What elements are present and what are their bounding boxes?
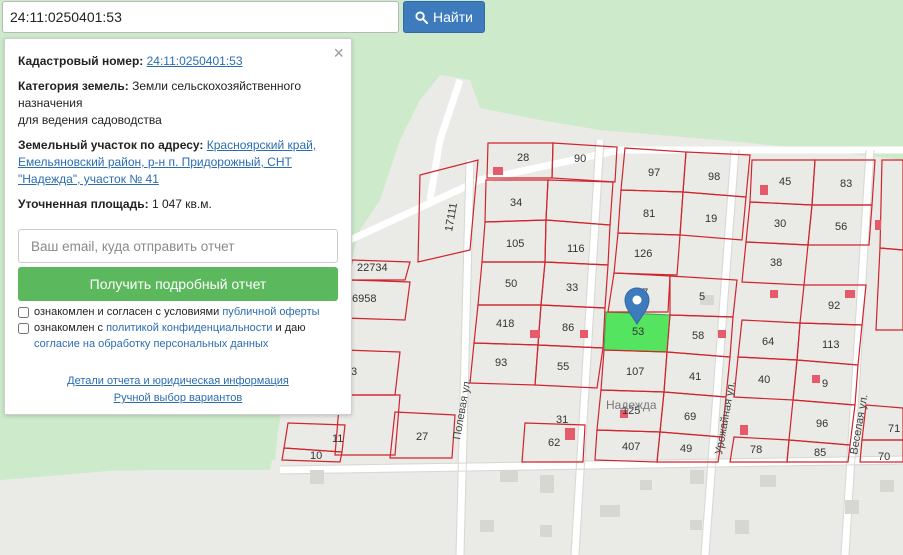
search-input[interactable] bbox=[2, 1, 399, 33]
plot-label-98: 98 bbox=[708, 171, 720, 183]
search-icon bbox=[415, 10, 429, 24]
plot-label-64: 64 bbox=[762, 336, 774, 348]
plot-label-34: 34 bbox=[510, 197, 522, 209]
privacy-consent-label: ознакомлен с bbox=[34, 322, 104, 334]
get-report-button[interactable]: Получить подробный отчет bbox=[18, 267, 338, 301]
plot-label-96: 96 bbox=[816, 418, 828, 430]
plot-label-50: 50 bbox=[505, 278, 517, 290]
area-row: Уточненная площадь: 1 047 кв.м. bbox=[18, 196, 341, 213]
plot-label-45: 45 bbox=[779, 176, 791, 188]
land-category-row: Категория земель: Земли сельскохозяйстве… bbox=[18, 78, 341, 129]
public-offer-link[interactable]: публичной оферты bbox=[222, 306, 319, 318]
plot-label-113: 113 bbox=[822, 339, 840, 351]
plot-label-407: 407 bbox=[622, 441, 640, 453]
plot-label-83: 83 bbox=[840, 178, 852, 190]
plot-label-33: 33 bbox=[566, 282, 578, 294]
plot-label-56: 56 bbox=[835, 221, 847, 233]
offer-consent-text: ознакомлен и согласен с условиями публич… bbox=[34, 304, 320, 320]
plot-label-69: 69 bbox=[684, 411, 696, 423]
address-link-3[interactable]: "Надежда", участок № 41 bbox=[18, 172, 159, 186]
cadastral-number-row: Кадастровый номер: 24:11:0250401:53 bbox=[18, 53, 341, 70]
email-input[interactable] bbox=[18, 229, 338, 263]
plot-label-418: 418 bbox=[496, 318, 514, 330]
plot-label-19: 19 bbox=[705, 213, 717, 225]
plot-label-105: 105 bbox=[506, 238, 524, 250]
plot-label-5: 5 bbox=[699, 291, 705, 303]
plot-label-97: 97 bbox=[648, 167, 660, 179]
plot-label-49: 49 bbox=[680, 443, 692, 455]
offer-consent-checkbox[interactable] bbox=[18, 307, 29, 318]
plot-label-126: 126 bbox=[634, 248, 652, 260]
privacy-consent-tail: и даю bbox=[275, 322, 306, 334]
land-category-value-2: назначения bbox=[18, 96, 83, 110]
plot-label-81: 81 bbox=[643, 208, 655, 220]
land-category-label: Категория земель: bbox=[18, 79, 129, 93]
plot-label-90: 90 bbox=[574, 153, 586, 165]
address-link-2[interactable]: Емельяновский район, р-н п. Придорожный,… bbox=[18, 155, 292, 169]
land-category-value-3: для ведения садоводства bbox=[18, 113, 162, 127]
cadastral-label: Кадастровый номер: bbox=[18, 54, 144, 68]
plot-label-116: 116 bbox=[567, 243, 585, 255]
snt-name-label: Надежда bbox=[606, 398, 657, 412]
plot-label-107: 107 bbox=[626, 366, 644, 378]
report-details-link[interactable]: Детали отчета и юридическая информация bbox=[5, 375, 351, 387]
privacy-consent-text: ознакомлен с политикой конфиденциальност… bbox=[34, 320, 306, 336]
address-label: Земельный участок по адресу: bbox=[18, 138, 204, 152]
personal-data-consent: согласие на обработку персональных данны… bbox=[34, 336, 268, 352]
plot-label-28: 28 bbox=[517, 152, 529, 164]
plot-label-38: 38 bbox=[770, 257, 782, 269]
plot-label-53: 53 bbox=[632, 326, 644, 338]
plot-label-22734: 22734 bbox=[357, 262, 388, 274]
manual-selection-link[interactable]: Ручной выбор вариантов bbox=[5, 392, 351, 404]
land-category-value-1: Земли сельскохозяйственного bbox=[132, 79, 302, 93]
plot-info-panel: × Кадастровый номер: 24:11:0250401:53 Ка… bbox=[4, 38, 352, 415]
plot-label-86: 86 bbox=[562, 322, 574, 334]
address-link-1[interactable]: Красноярский край, bbox=[207, 138, 316, 152]
plot-label-71: 71 bbox=[888, 423, 900, 435]
plot-label-11: 11 bbox=[332, 433, 343, 445]
plot-label-30: 30 bbox=[774, 218, 786, 230]
plot-label-6958: 6958 bbox=[352, 293, 376, 305]
plot-label-10: 10 bbox=[310, 450, 322, 462]
offer-consent-label: ознакомлен и согласен с условиями bbox=[34, 306, 220, 318]
cadastral-number-link[interactable]: 24:11:0250401:53 bbox=[147, 54, 243, 68]
plot-label-93: 93 bbox=[495, 357, 507, 369]
area-value: 1 047 кв.м. bbox=[151, 197, 212, 211]
plot-label-70: 70 bbox=[878, 451, 890, 463]
plot-label-31: 31 bbox=[556, 414, 568, 426]
plot-label-55: 55 bbox=[557, 361, 569, 373]
address-row: Земельный участок по адресу: Красноярски… bbox=[18, 137, 341, 188]
search-button-label: Найти bbox=[433, 9, 473, 25]
plot-label-62: 62 bbox=[548, 437, 560, 449]
plot-label-92: 92 bbox=[828, 300, 840, 312]
personal-data-consent-link[interactable]: согласие на обработку персональных данны… bbox=[34, 338, 268, 350]
search-button[interactable]: Найти bbox=[403, 1, 485, 33]
area-label: Уточненная площадь: bbox=[18, 197, 149, 211]
plot-label-58: 58 bbox=[692, 330, 704, 342]
plot-label-27: 27 bbox=[416, 431, 428, 443]
privacy-policy-link[interactable]: политикой конфиденциальности bbox=[106, 322, 272, 334]
privacy-consent-checkbox[interactable] bbox=[18, 323, 29, 334]
plot-label-9: 9 bbox=[822, 378, 828, 390]
plot-label-78: 78 bbox=[750, 444, 762, 456]
plot-label-41: 41 bbox=[689, 371, 701, 383]
plot-label-40: 40 bbox=[758, 374, 770, 386]
plot-label-85: 85 bbox=[814, 447, 826, 459]
